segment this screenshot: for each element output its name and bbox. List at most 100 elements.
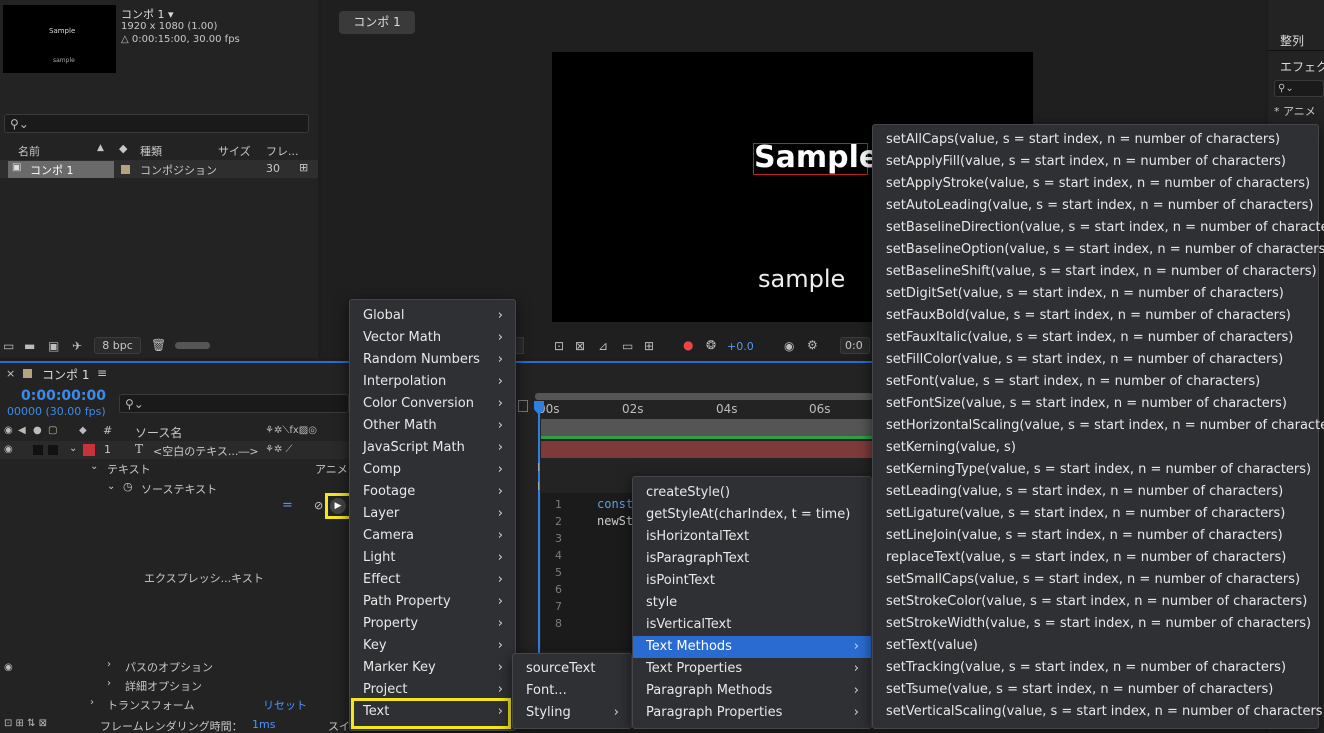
- layer-1-duration-bar[interactable]: [541, 441, 873, 458]
- layer-switches-icons[interactable]: ⚘✲ ⟋: [265, 444, 293, 456]
- method-item-setdigitset-value-s-start-index-n-number-of-characters[interactable]: setDigitSet(value, s = start index, n = …: [873, 283, 1318, 305]
- playhead[interactable]: [538, 401, 540, 656]
- method-item-setallcaps-value-s-start-index-n-number-of-characters[interactable]: setAllCaps(value, s = start index, n = n…: [873, 129, 1318, 151]
- trash-icon[interactable]: 🗑: [151, 339, 166, 351]
- col-source-name[interactable]: ソース名: [135, 424, 182, 441]
- timeline-tab[interactable]: コンポ 1: [42, 366, 89, 383]
- method-item-setkerningtype-value-s-start-index-n-number-of-characters[interactable]: setKerningType(value, s = start index, n…: [873, 459, 1318, 481]
- effects-panel-tab[interactable]: エフェク: [1280, 58, 1324, 75]
- switches-toggle-label[interactable]: スイ: [328, 718, 350, 733]
- method-item-setbaselineoption-value-s-start-index-n-number-of-characters[interactable]: setBaselineOption(value, s = start index…: [873, 239, 1324, 261]
- menu-item-javascript-math[interactable]: JavaScript Math ›: [350, 437, 515, 459]
- color-channel-icon[interactable]: ●: [683, 339, 693, 351]
- method-item-setsmallcaps-value-s-start-index-n-number-of-characters[interactable]: setSmallCaps(value, s = start index, n =…: [873, 569, 1318, 591]
- styling-menu-item-style[interactable]: style: [633, 592, 871, 614]
- comp-name[interactable]: コンポ 1 ▾: [121, 6, 174, 22]
- work-area-bar[interactable]: [535, 393, 873, 400]
- text-menu-item-styling[interactable]: Styling ›: [513, 702, 631, 724]
- mask-visibility-icon[interactable]: ⊿: [598, 340, 608, 352]
- styling-menu-item-ishorizontaltext[interactable]: isHorizontalText: [633, 526, 871, 548]
- timeline-search-input[interactable]: ⚲⌄: [119, 394, 349, 413]
- snapshot-icon[interactable]: ◉: [784, 340, 794, 352]
- reset-exposure-icon[interactable]: ❂: [706, 339, 716, 351]
- layer-eye-icon[interactable]: ◉: [4, 444, 13, 456]
- prop-path-options[interactable]: パスのオプション: [125, 659, 213, 675]
- method-item-settsume-value-s-start-index-n-number-of-characters[interactable]: setTsume(value, s = start index, n = num…: [873, 679, 1318, 701]
- menu-item-footage[interactable]: Footage ›: [350, 481, 515, 503]
- expression-equals-icon[interactable]: =: [282, 498, 293, 513]
- path-options-toggle[interactable]: ›: [107, 659, 111, 670]
- viewer-timecode[interactable]: 0:0: [840, 337, 870, 354]
- prop-more-options[interactable]: 詳細オプション: [125, 678, 202, 694]
- method-item-settracking-value-s-start-index-n-number-of-characters[interactable]: setTracking(value, s = start index, n = …: [873, 657, 1318, 679]
- prop-source-text[interactable]: ソーステキスト: [141, 481, 217, 497]
- method-item-setfontsize-value-s-start-index-n-number-of-characters[interactable]: setFontSize(value, s = start index, n = …: [873, 393, 1318, 415]
- menu-item-key[interactable]: Key ›: [350, 635, 515, 657]
- solo-icon[interactable]: ●: [33, 425, 42, 437]
- method-item-sethorizontalscaling-value-s-start-index-n-number-of-characters[interactable]: setHorizontalScaling(value, s = start in…: [873, 415, 1324, 437]
- time-ruler[interactable]: 00s 02s 04s 06s: [533, 391, 873, 419]
- thumbnail-size-slider[interactable]: [175, 342, 210, 349]
- menu-item-random-numbers[interactable]: Random Numbers ›: [350, 349, 515, 371]
- method-item-setfont-value-s-start-index-n-number-of-characters[interactable]: setFont(value, s = start index, n = numb…: [873, 371, 1318, 393]
- footer-icons[interactable]: ⊡ ⊞ ⇅ ⊠: [4, 718, 47, 730]
- method-item-settext-value[interactable]: setText(value): [873, 635, 1318, 657]
- prop-text[interactable]: テキスト: [107, 461, 151, 477]
- menu-item-property[interactable]: Property ›: [350, 613, 515, 635]
- method-item-setleading-value-s-start-index-n-number-of-characters[interactable]: setLeading(value, s = start index, n = n…: [873, 481, 1318, 503]
- method-item-setfauxitalic-value-s-start-index-n-number-of-characters[interactable]: setFauxItalic(value, s = start index, n …: [873, 327, 1318, 349]
- method-item-setapplyfill-value-s-start-index-n-number-of-characters[interactable]: setApplyFill(value, s = start index, n =…: [873, 151, 1318, 173]
- styling-menu-item-text-properties[interactable]: Text Properties ›: [633, 658, 871, 680]
- method-item-setautoleading-value-s-start-index-n-number-of-characters[interactable]: setAutoLeading(value, s = start index, n…: [873, 195, 1318, 217]
- styling-menu-item-paragraph-properties[interactable]: Paragraph Properties ›: [633, 702, 871, 724]
- current-timecode[interactable]: 0:00:00:00: [21, 388, 106, 404]
- menu-item-interpolation[interactable]: Interpolation ›: [350, 371, 515, 393]
- effects-search-input[interactable]: ⚲⌄: [1274, 80, 1324, 97]
- effects-anim-presets[interactable]: * アニメ: [1274, 103, 1316, 119]
- prop-source-text-toggle[interactable]: ⌄: [107, 481, 115, 492]
- close-tab-icon[interactable]: ×: [6, 367, 15, 380]
- col-name[interactable]: 名前: [18, 143, 40, 159]
- menu-item-vector-math[interactable]: Vector Math ›: [350, 327, 515, 349]
- layer-row-1[interactable]: ◉ ⌄ 1 T <空白のテキス...―> ⚘✲ ⟋: [0, 441, 350, 459]
- fast-previews-icon[interactable]: ⊡: [554, 340, 564, 352]
- grid-guides-icon[interactable]: ⊞: [644, 340, 654, 352]
- styling-menu-item-isparagraphtext[interactable]: isParagraphText: [633, 548, 871, 570]
- tab-menu-icon[interactable]: ≡: [97, 366, 107, 380]
- method-item-setstrokecolor-value-s-start-index-n-number-of-characters[interactable]: setStrokeColor(value, s = start index, n…: [873, 591, 1318, 613]
- layer-expand-icon[interactable]: ⌄: [69, 443, 77, 454]
- project-search-input[interactable]: ⚲⌄: [4, 114, 309, 133]
- project-row-comp[interactable]: ▣ コンポ 1 コンポジション 30 ⊞: [0, 160, 318, 178]
- video-eye-icon[interactable]: ◉: [4, 425, 13, 437]
- method-item-setfillcolor-value-s-start-index-n-number-of-characters[interactable]: setFillColor(value, s = start index, n =…: [873, 349, 1318, 371]
- menu-item-comp[interactable]: Comp ›: [350, 459, 515, 481]
- menu-item-light[interactable]: Light ›: [350, 547, 515, 569]
- stopwatch-icon[interactable]: ◷: [123, 480, 133, 493]
- lock-icon[interactable]: ▢: [48, 425, 57, 437]
- method-item-setstrokewidth-value-s-start-index-n-number-of-characters[interactable]: setStrokeWidth(value, s = start index, n…: [873, 613, 1318, 635]
- menu-item-marker-key[interactable]: Marker Key ›: [350, 657, 515, 679]
- viewer-tab[interactable]: コンポ 1: [339, 11, 415, 34]
- col-type[interactable]: 種類: [140, 143, 162, 159]
- method-item-setfauxbold-value-s-start-index-n-number-of-characters[interactable]: setFauxBold(value, s = start index, n = …: [873, 305, 1318, 327]
- align-panel-tab[interactable]: 整列: [1280, 32, 1304, 49]
- col-frame[interactable]: フレ...: [266, 143, 299, 159]
- text-menu-item-font[interactable]: Font...: [513, 680, 631, 702]
- menu-item-path-property[interactable]: Path Property ›: [350, 591, 515, 613]
- more-options-toggle[interactable]: ›: [107, 678, 111, 689]
- render-icon[interactable]: ✈: [72, 340, 82, 352]
- styling-menu-item-createstyle[interactable]: createStyle(): [633, 482, 871, 504]
- prop-transform[interactable]: トランスフォーム: [107, 697, 194, 713]
- exposure-value[interactable]: +0.0: [727, 340, 754, 353]
- bpc-button[interactable]: 8 bpc: [94, 337, 141, 354]
- styling-menu-item-paragraph-methods[interactable]: Paragraph Methods ›: [633, 680, 871, 702]
- layer-name[interactable]: <空白のテキス...―>: [153, 443, 259, 459]
- show-snapshot-icon[interactable]: ⚙: [807, 339, 818, 351]
- interpret-footage-icon[interactable]: ▭: [3, 340, 14, 352]
- menu-item-layer[interactable]: Layer ›: [350, 503, 515, 525]
- menu-item-color-conversion[interactable]: Color Conversion ›: [350, 393, 515, 415]
- method-item-setverticalscaling-value-s-start-index-n-number-of-characters[interactable]: setVerticalScaling(value, s = start inde…: [873, 701, 1324, 723]
- method-item-replacetext-value-s-start-index-n-number-of-characters[interactable]: replaceText(value, s = start index, n = …: [873, 547, 1318, 569]
- transform-toggle[interactable]: ›: [90, 697, 94, 708]
- transparency-grid-icon[interactable]: ⊠: [575, 340, 585, 352]
